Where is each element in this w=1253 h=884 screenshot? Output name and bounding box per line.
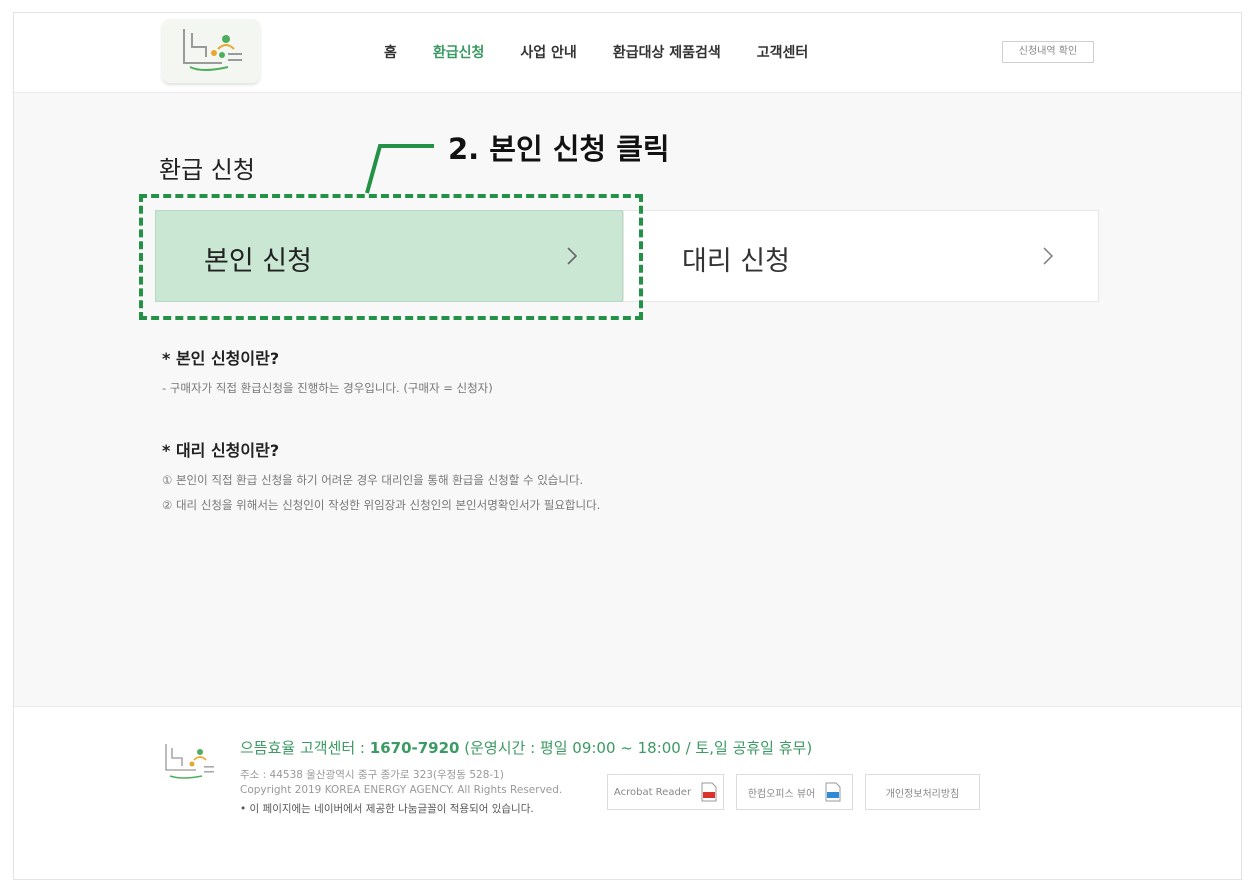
- nav-home[interactable]: 홈: [384, 42, 397, 62]
- self-info-desc: - 구매자가 직접 환급신청을 진행하는 경우입니다. (구매자 = 신청자): [162, 381, 493, 395]
- hwp-icon: [825, 782, 841, 802]
- nav-product-search[interactable]: 환급대상 제품검색: [613, 42, 721, 62]
- self-apply-card[interactable]: 본인 신청: [155, 210, 623, 302]
- proxy-apply-card[interactable]: 대리 신청: [623, 210, 1099, 302]
- chevron-right-icon: [1043, 247, 1054, 265]
- annotation-label: 2. 본인 신청 클릭: [448, 132, 670, 166]
- acrobat-reader-label: Acrobat Reader: [613, 786, 692, 798]
- self-apply-label: 본인 신청: [204, 246, 312, 277]
- nav-refund-apply[interactable]: 환급신청: [433, 42, 485, 62]
- privacy-policy-label: 개인정보처리방침: [885, 788, 960, 800]
- proxy-info-desc-1: ① 본인이 직접 환급 신청을 하기 어려운 경우 대리인을 통해 환급을 신청…: [162, 473, 584, 487]
- site-footer: 으뜸효율 고객센터 : 1670-7920 (운영시간 : 평일 09:00 ~…: [14, 706, 1241, 879]
- chevron-right-icon: [567, 247, 578, 265]
- logo-icon: [183, 29, 242, 71]
- hotline-hours: (운영시간 : 평일 09:00 ~ 18:00 / 토,일 공휴일 휴무): [459, 739, 813, 757]
- proxy-apply-label: 대리 신청: [682, 246, 790, 277]
- hancom-viewer-button[interactable]: 한컴오피스 뷰어: [736, 774, 853, 810]
- privacy-policy-button[interactable]: 개인정보처리방침: [865, 774, 980, 810]
- main-nav: 홈 환급신청 사업 안내 환급대상 제품검색 고객센터: [384, 42, 844, 62]
- hotline-prefix: 으뜸효율 고객센터 :: [240, 739, 370, 757]
- site-header: 홈 환급신청 사업 안내 환급대상 제품검색 고객센터 신청내역 확인: [14, 13, 1241, 93]
- footer-address: 주소 : 44538 울산광역시 중구 종가로 323(우정동 528-1): [240, 769, 504, 781]
- hancom-viewer-label: 한컴오피스 뷰어: [747, 788, 816, 800]
- pdf-icon: [701, 782, 717, 802]
- nav-customer-center[interactable]: 고객센터: [757, 42, 809, 62]
- footer-copyright: Copyright 2019 KOREA ENERGY AGENCY. All …: [240, 784, 563, 796]
- page-frame: 홈 환급신청 사업 안내 환급대상 제품검색 고객센터 신청내역 확인 환급 신…: [13, 12, 1242, 880]
- site-logo[interactable]: [162, 19, 260, 83]
- footer-logo-icon: [165, 744, 214, 779]
- self-info-title: * 본인 신청이란?: [162, 349, 280, 368]
- proxy-info-title: * 대리 신청이란?: [162, 441, 280, 460]
- proxy-info-desc-2: ② 대리 신청을 위해서는 신청인이 작성한 위임장과 신청인의 본인서명확인서…: [162, 498, 601, 512]
- footer-hotline: 으뜸효율 고객센터 : 1670-7920 (운영시간 : 평일 09:00 ~…: [240, 737, 812, 758]
- nav-business-info[interactable]: 사업 안내: [520, 42, 576, 62]
- footer-font-notice: • 이 페이지에는 네이버에서 제공한 나눔글꼴이 적용되어 있습니다.: [240, 803, 534, 815]
- page-title: 환급 신청: [159, 156, 255, 184]
- acrobat-reader-button[interactable]: Acrobat Reader: [607, 774, 724, 810]
- check-application-button[interactable]: 신청내역 확인: [1002, 41, 1094, 63]
- hotline-number: 1670-7920: [369, 739, 460, 757]
